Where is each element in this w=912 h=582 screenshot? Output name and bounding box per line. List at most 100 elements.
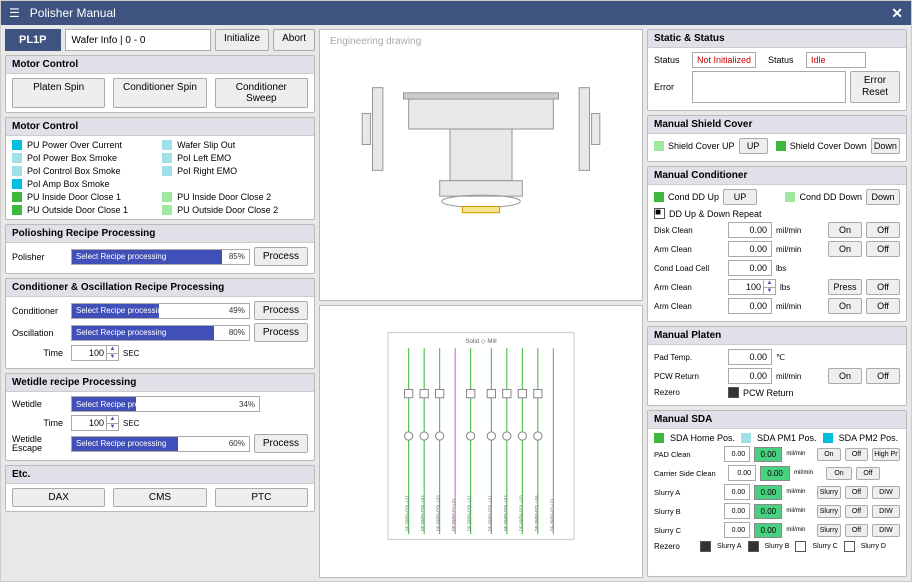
indicator-label: PoI Left EMO — [177, 153, 231, 163]
on-button[interactable]: On — [828, 222, 862, 238]
value-input[interactable]: 100▲▼ — [728, 279, 776, 295]
on-button[interactable]: Press — [828, 279, 862, 295]
shield-down-button[interactable]: Down — [871, 138, 900, 154]
error-reset-button[interactable]: Error Reset — [850, 71, 900, 103]
action-button-1[interactable]: Slurry — [817, 486, 841, 499]
on-button[interactable]: On — [828, 298, 862, 314]
off-button[interactable]: Off — [866, 222, 900, 238]
polisher-tag: PL1P — [5, 29, 61, 51]
label: Polisher — [12, 252, 67, 262]
off-button[interactable]: Off — [866, 241, 900, 257]
action-button-2[interactable]: Off — [856, 467, 880, 480]
indicator-label: PoI Amp Box Smoke — [27, 179, 110, 189]
rezero-b-checkbox[interactable] — [748, 541, 759, 552]
indicator-label: PoI Power Box Smoke — [27, 153, 117, 163]
abort-button[interactable]: Abort — [273, 29, 315, 51]
action-button-1[interactable]: Slurry — [817, 524, 841, 537]
extra-button[interactable]: DIW — [872, 505, 900, 518]
close-icon[interactable]: ✕ — [891, 5, 903, 22]
cond-down-button[interactable]: Down — [866, 189, 900, 205]
action-button-2[interactable]: Off — [845, 448, 868, 461]
off-button[interactable]: Off — [866, 368, 900, 384]
conditioner-sweep-button[interactable]: Conditioner Sweep — [215, 78, 308, 108]
time-input[interactable]: 100▲▼ — [71, 345, 119, 361]
initialize-button[interactable]: Initialize — [215, 29, 269, 51]
indicator-item: PoI Amp Box Smoke — [12, 179, 154, 189]
indicator-item: PU Outside Door Close 1 — [12, 205, 154, 215]
value-input-1[interactable]: 0.00 — [724, 522, 751, 538]
rezero-d-checkbox[interactable] — [844, 541, 855, 552]
indicator-icon — [12, 140, 22, 150]
action-button-1[interactable]: Slurry — [817, 505, 841, 518]
conditioner-spin-button[interactable]: Conditioner Spin — [113, 78, 206, 108]
pcw-return-checkbox[interactable] — [728, 387, 739, 398]
dd-repeat-checkbox[interactable] — [654, 208, 665, 219]
oscillation-progress[interactable]: Select Recipe processing80% — [71, 325, 250, 341]
menu-icon[interactable]: ☰ — [9, 6, 20, 20]
indicator-icon — [776, 141, 786, 151]
value-input[interactable]: 0.00 — [728, 241, 772, 257]
process-button[interactable]: Process — [254, 247, 308, 266]
time-input[interactable]: 100▲▼ — [71, 415, 119, 431]
indicator-label: PoI Control Box Smoke — [27, 166, 121, 176]
value-input-1[interactable]: 0.00 — [724, 484, 751, 500]
pcw-return-input[interactable]: 0.00 — [728, 368, 772, 384]
svg-text:DF-09/PA-POL-L01: DF-09/PA-POL-L01 — [467, 495, 472, 531]
svg-text:Solid ◇ Mill: Solid ◇ Mill — [465, 338, 496, 345]
cond-up-button[interactable]: UP — [723, 189, 757, 205]
value-indicator: 0.00 — [754, 485, 782, 500]
value-input[interactable]: 0.00 — [728, 298, 772, 314]
manual-shield-cover-panel: Manual Shield Cover Shield Cover UP UP S… — [647, 115, 907, 162]
action-button-1[interactable]: On — [826, 467, 852, 480]
process-button[interactable]: Process — [254, 301, 308, 320]
value-input-1[interactable]: 0.00 — [724, 503, 751, 519]
cms-button[interactable]: CMS — [113, 488, 206, 507]
off-button[interactable]: Off — [866, 298, 900, 314]
process-button[interactable]: Process — [254, 434, 308, 453]
action-button-2[interactable]: Off — [845, 505, 868, 518]
manual-platen-panel: Manual Platen Pad Temp. 0.00 ℃ PCW Retur… — [647, 326, 907, 406]
status-value: Not Initialized — [692, 52, 756, 68]
value-input-1[interactable]: 0.00 — [724, 446, 751, 462]
conditioner-progress[interactable]: Select Recipe processing49% — [71, 303, 250, 319]
extra-button[interactable]: High Pr — [872, 448, 900, 461]
on-button[interactable]: On — [828, 368, 862, 384]
action-button-2[interactable]: Off — [845, 524, 868, 537]
shield-up-button[interactable]: UP — [739, 138, 768, 154]
platen-spin-button[interactable]: Platen Spin — [12, 78, 105, 108]
panel-title: Motor Control — [6, 56, 314, 74]
value-input-1[interactable]: 0.00 — [728, 465, 756, 481]
wetidle-escape-progress[interactable]: Select Recipe processing60% — [71, 436, 250, 452]
spin-down[interactable]: ▼ — [106, 354, 118, 361]
rezero-c-checkbox[interactable] — [795, 541, 806, 552]
indicator-icon — [12, 179, 22, 189]
sda-row: PAD Clean0.000.00mil/minOnOffHigh Pr — [654, 446, 900, 462]
polisher-progress[interactable]: Select Recipe processing 85% — [71, 249, 250, 265]
value-input[interactable]: 0.00 — [728, 260, 772, 276]
indicator-item: PoI Power Box Smoke — [12, 153, 154, 163]
svg-text:DF-09/PA-POL-L03: DF-09/PA-POL-L03 — [518, 495, 523, 531]
off-button[interactable]: Off — [866, 279, 900, 295]
panel-title: Polioshing Recipe Processing — [6, 225, 314, 243]
pad-temp-input[interactable]: 0.00 — [728, 349, 772, 365]
value-input[interactable]: 0.00 — [728, 222, 772, 238]
indicator-item: PU Power Over Current — [12, 140, 154, 150]
titlebar: ☰ Polisher Manual ✕ — [1, 1, 911, 25]
sda-row: Slurry B0.000.00mil/minSlurryOffDIW — [654, 503, 900, 519]
panel-title: Wetidle recipe Processing — [6, 374, 314, 392]
dax-button[interactable]: DAX — [12, 488, 105, 507]
extra-button[interactable]: DIW — [872, 486, 900, 499]
action-button-1[interactable]: On — [817, 448, 841, 461]
ptc-button[interactable]: PTC — [215, 488, 308, 507]
value-indicator: 0.00 — [754, 504, 782, 519]
action-button-2[interactable]: Off — [845, 486, 868, 499]
conditioner-row: Arm Clean100▲▼lbsPressOff — [654, 279, 900, 295]
on-button[interactable]: On — [828, 241, 862, 257]
rezero-a-checkbox[interactable] — [700, 541, 711, 552]
spin-up[interactable]: ▲ — [106, 346, 118, 354]
manual-conditioner-panel: Manual Conditioner Cond DD Up UP Cond DD… — [647, 166, 907, 322]
extra-button[interactable]: DIW — [872, 524, 900, 537]
wafer-info-field[interactable]: Wafer Info | 0 - 0 — [65, 29, 211, 51]
wetidle-progress[interactable]: Select Recipe processing34% — [71, 396, 260, 412]
process-button[interactable]: Process — [254, 323, 308, 342]
